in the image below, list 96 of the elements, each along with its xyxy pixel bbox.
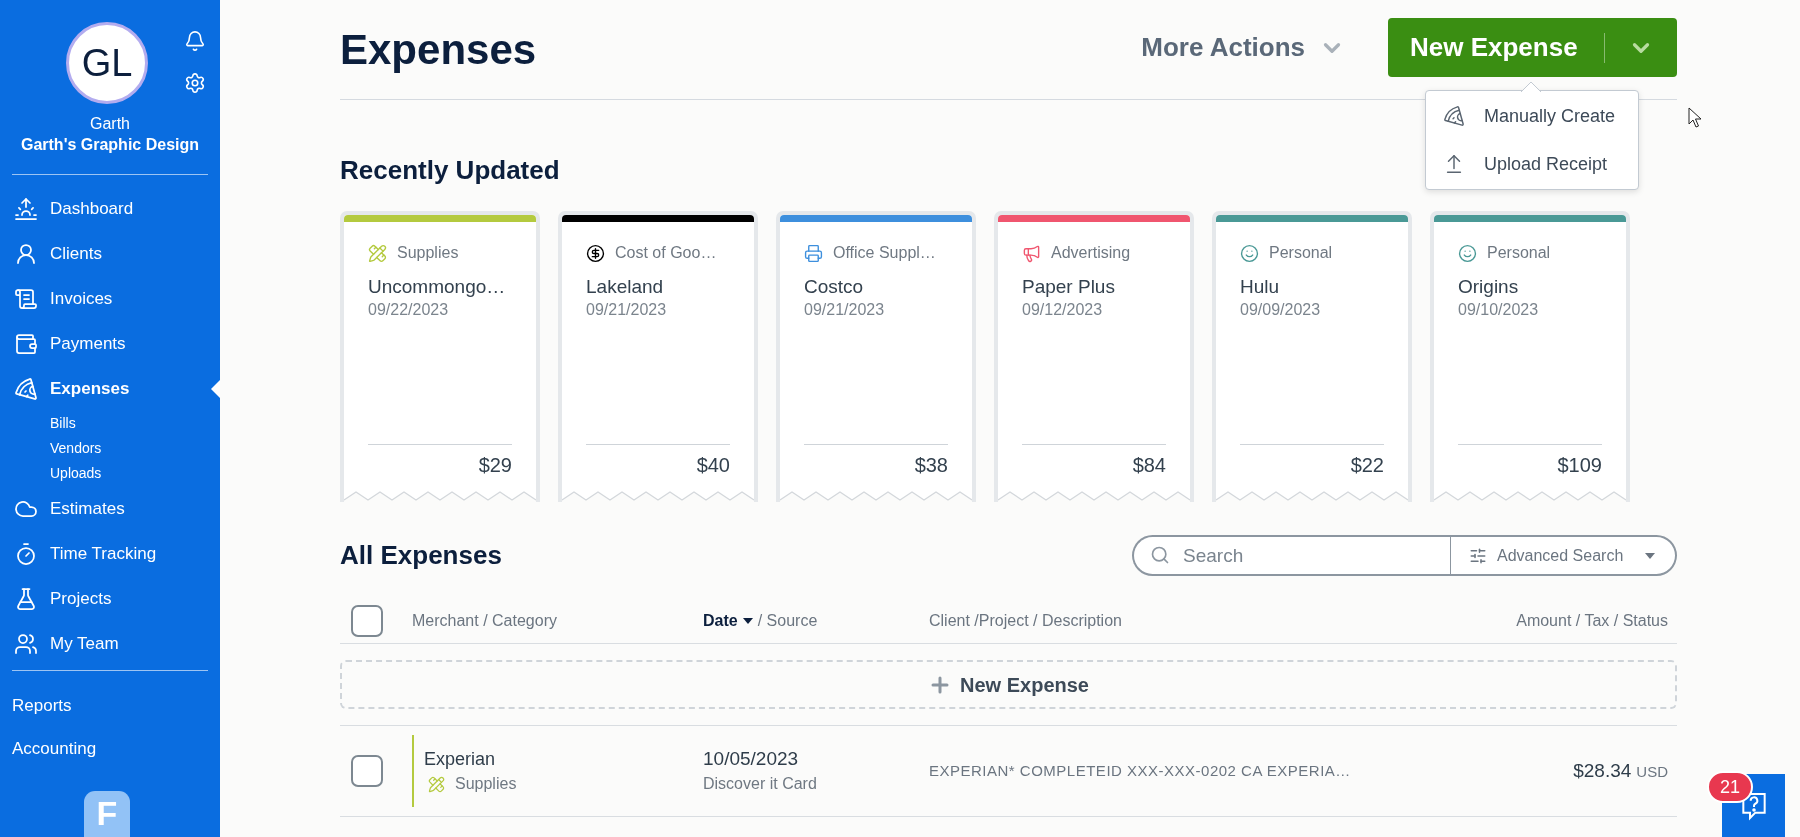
search-icon bbox=[1150, 545, 1170, 565]
nav-item[interactable]: Clients bbox=[0, 231, 220, 276]
category-name: Cost of Goo… bbox=[615, 243, 717, 263]
merchant-name: Costco bbox=[803, 275, 865, 299]
search-field[interactable]: Search bbox=[1132, 535, 1450, 576]
category-name: Office Suppl… bbox=[833, 243, 936, 263]
column-header[interactable]: Merchant / Category bbox=[412, 608, 557, 633]
nav-subitem[interactable]: Bills bbox=[0, 411, 220, 436]
caret-down-icon bbox=[1645, 552, 1655, 559]
scroll-icon bbox=[14, 286, 38, 311]
column-header[interactable]: Amount / Tax / Status bbox=[1516, 608, 1668, 633]
expense-amount: $29 bbox=[477, 453, 513, 477]
flask-icon bbox=[14, 586, 38, 611]
more-actions-button[interactable]: More Actions bbox=[1141, 18, 1345, 77]
nav-item[interactable]: Estimates bbox=[0, 486, 220, 531]
nav-item[interactable]: Projects bbox=[0, 576, 220, 621]
nav-item[interactable]: Time Tracking bbox=[0, 531, 220, 576]
nav-subitem[interactable]: Vendors bbox=[0, 436, 220, 461]
expense-amount: $109 bbox=[1556, 453, 1603, 477]
notification-badge: 21 bbox=[1707, 771, 1753, 803]
new-expense-row-button[interactable]: New Expense bbox=[340, 660, 1677, 709]
checkbox[interactable] bbox=[351, 755, 383, 787]
merchant-name: Origins bbox=[1457, 275, 1520, 299]
category-name: Supplies bbox=[397, 243, 459, 263]
help-button[interactable]: 21 bbox=[1707, 771, 1785, 837]
category-name: Supplies bbox=[455, 774, 517, 794]
expense-date: 09/09/2023 bbox=[1239, 300, 1322, 320]
expense-date: 09/21/2023 bbox=[803, 300, 886, 320]
bell-icon[interactable] bbox=[184, 30, 206, 52]
nav-item[interactable]: Invoices bbox=[0, 276, 220, 321]
expense-date: 10/05/2023 bbox=[703, 748, 800, 770]
nav-item[interactable]: My Team bbox=[0, 621, 220, 666]
nav-item[interactable]: Accounting bbox=[0, 727, 220, 770]
menu-item[interactable]: Upload Receipt bbox=[1426, 140, 1638, 188]
merchant-name: Uncommongo… bbox=[367, 275, 507, 299]
advanced-search-button[interactable]: Advanced Search bbox=[1450, 535, 1677, 576]
expense-description: EXPERIAN* COMPLETEID XXX-XXX-0202 CA EXPERIA… bbox=[929, 760, 1351, 781]
expense-card[interactable]: Personal Origins 09/10/2023 $109 bbox=[1430, 211, 1630, 502]
menu-item[interactable]: Manually Create bbox=[1426, 92, 1638, 140]
sliders-icon bbox=[1469, 546, 1487, 565]
expense-card[interactable]: Advertising Paper Plus 09/12/2023 $84 bbox=[994, 211, 1194, 502]
pencil-ruler-icon bbox=[428, 775, 445, 793]
column-header[interactable]: Date bbox=[703, 608, 753, 633]
checkbox[interactable] bbox=[351, 604, 383, 637]
people-icon bbox=[14, 631, 38, 656]
megaphone-icon bbox=[1022, 243, 1041, 263]
pizza-slice-icon bbox=[1443, 105, 1465, 127]
expense-amount: $38 bbox=[913, 453, 949, 477]
column-header[interactable]: Client /Project / Description bbox=[929, 608, 1122, 633]
payment-source: Discover it Card bbox=[703, 774, 818, 794]
page-title: Expenses bbox=[340, 25, 537, 75]
sunrise-icon bbox=[14, 196, 38, 221]
sort-descending-icon bbox=[742, 617, 753, 624]
section-title: Recently Updated bbox=[340, 156, 560, 184]
expense-date: 09/10/2023 bbox=[1457, 300, 1540, 320]
expense-amount: $40 bbox=[695, 453, 731, 477]
category-name: Personal bbox=[1487, 243, 1551, 263]
expense-date: 09/12/2023 bbox=[1021, 300, 1104, 320]
mouse-pointer-icon bbox=[1688, 107, 1702, 128]
pencil-ruler-icon bbox=[368, 243, 387, 263]
category-name: Advertising bbox=[1051, 243, 1131, 263]
merchant-name: Lakeland bbox=[585, 275, 665, 299]
merchant-name: Paper Plus bbox=[1021, 275, 1116, 299]
settings-icon[interactable] bbox=[184, 72, 206, 94]
person-icon bbox=[14, 241, 38, 266]
expense-amount: $28.34 bbox=[1573, 758, 1632, 783]
merchant-name: Experian bbox=[424, 748, 497, 770]
smiley-icon bbox=[1240, 243, 1259, 263]
dollar-coin-icon bbox=[586, 243, 605, 263]
new-expense-button[interactable]: New Expense bbox=[1388, 18, 1604, 77]
nav-item[interactable]: Payments bbox=[0, 321, 220, 366]
printer-icon bbox=[804, 243, 823, 263]
stopwatch-icon bbox=[14, 541, 38, 566]
expense-date: 09/21/2023 bbox=[585, 300, 668, 320]
nav-subitem[interactable]: Uploads bbox=[0, 461, 220, 486]
expense-amount: $84 bbox=[1131, 453, 1167, 477]
smiley-icon bbox=[1458, 243, 1477, 263]
nav-item[interactable]: Reports bbox=[0, 684, 220, 727]
expense-card[interactable]: Office Suppl… Costco 09/21/2023 $38 bbox=[776, 211, 976, 502]
merchant-name: Hulu bbox=[1239, 275, 1281, 299]
nav-item[interactable]: Dashboard bbox=[0, 186, 220, 231]
expense-amount: $22 bbox=[1349, 453, 1385, 477]
expense-date: 09/22/2023 bbox=[367, 300, 450, 320]
expense-card[interactable]: Cost of Goo… Lakeland 09/21/2023 $40 bbox=[558, 211, 758, 502]
user-name: Garth bbox=[89, 114, 131, 134]
expense-card[interactable]: Supplies Uncommongo… 09/22/2023 $29 bbox=[340, 211, 540, 502]
wallet-icon bbox=[14, 331, 38, 356]
category-name: Personal bbox=[1269, 243, 1333, 263]
section-title: All Expenses bbox=[340, 539, 502, 572]
avatar[interactable]: GL bbox=[66, 22, 148, 104]
expense-card[interactable]: Personal Hulu 09/09/2023 $22 bbox=[1212, 211, 1412, 502]
new-expense-menu-button[interactable] bbox=[1604, 18, 1677, 77]
pizza-slice-icon bbox=[14, 376, 38, 401]
column-subtitle: / Source bbox=[757, 610, 818, 631]
company-name: Garth's Graphic Design bbox=[19, 135, 201, 155]
currency-code: USD bbox=[1636, 761, 1668, 782]
